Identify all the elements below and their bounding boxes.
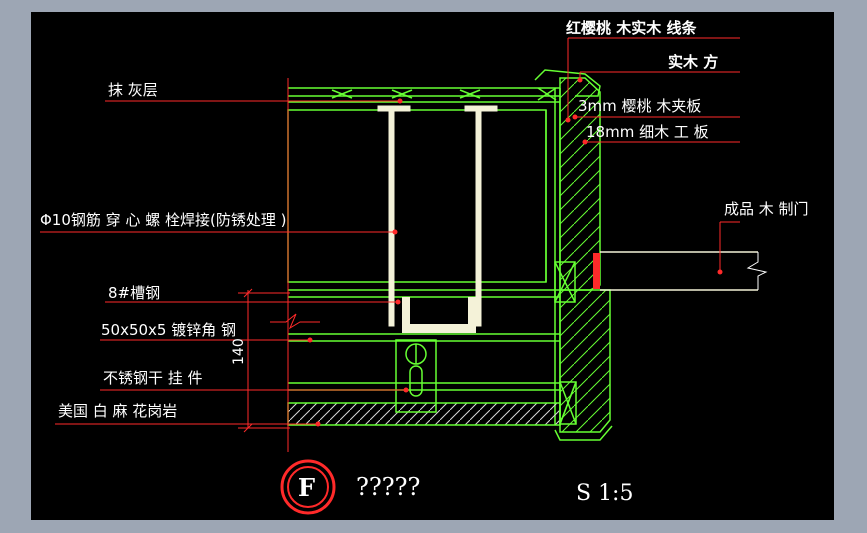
dimension-140: 140	[231, 338, 247, 365]
wall-structure	[287, 87, 577, 425]
granite-slab	[287, 402, 561, 426]
label-channel-steel: 8#槽钢	[108, 284, 160, 302]
label-blockboard: 18mm 细木 工 板	[586, 123, 709, 141]
drawing-scale: S 1:5	[576, 481, 633, 506]
label-granite: 美国 白 麻 花岗岩	[58, 402, 177, 420]
section-drawing: 红樱桃 木实木 线条 实木 方 3mm 樱桃 木夹板 18mm 细木 工 板 抹…	[40, 19, 809, 515]
channel-steel	[402, 297, 476, 333]
stainless-hanger	[395, 339, 437, 413]
section-badge-letter: F	[298, 473, 315, 502]
drawing-frame: 红樱桃 木实木 线条 实木 方 3mm 樱桃 木夹板 18mm 细木 工 板 抹…	[0, 0, 867, 533]
section-badge: F	[280, 459, 336, 515]
drawing-title: ?????	[356, 473, 420, 501]
label-plaster-layer: 抹 灰层	[108, 81, 158, 99]
label-angle-steel: 50x50x5 镀锌角 钢	[101, 321, 236, 339]
label-solid-wood-block: 实木 方	[668, 53, 718, 71]
label-door: 成品 木 制门	[724, 200, 809, 218]
label-hanger: 不锈钢干 挂 件	[103, 369, 203, 387]
label-cherry-veneer: 3mm 樱桃 木夹板	[578, 97, 701, 115]
label-bolt: Φ10钢筋 穿 心 螺 栓焊接(防锈处理 )	[40, 211, 286, 229]
label-red-cherry-trim: 红樱桃 木实木 线条	[566, 19, 697, 37]
steel-bolts	[377, 105, 498, 327]
